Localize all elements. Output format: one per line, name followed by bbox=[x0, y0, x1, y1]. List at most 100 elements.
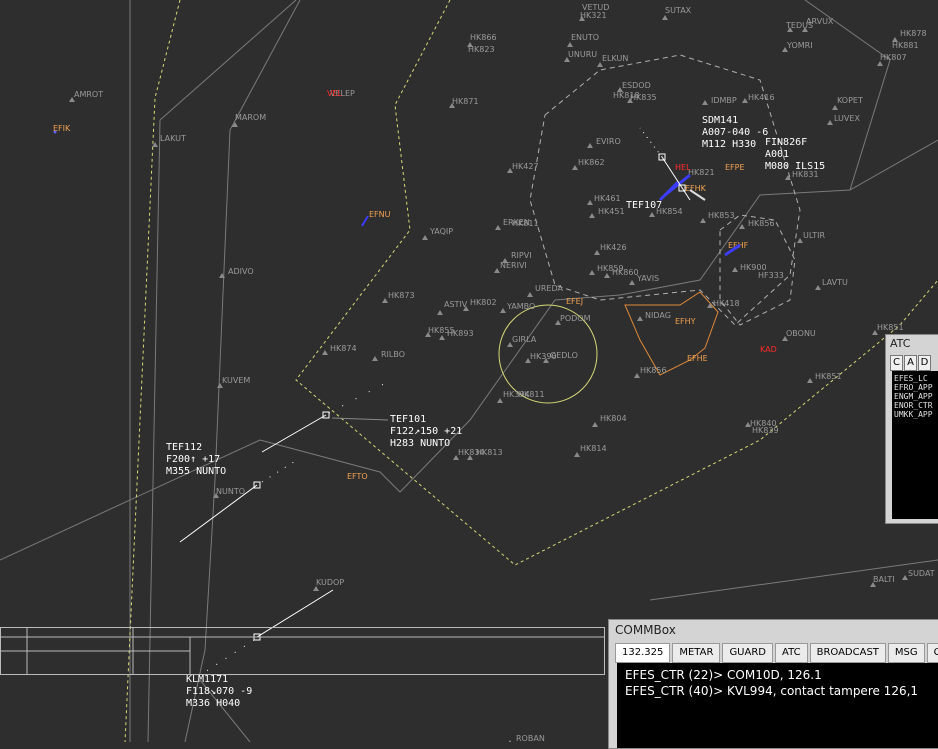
tab-msg[interactable]: MSG bbox=[887, 643, 925, 663]
klm1171-line3: M336 H040 bbox=[186, 698, 240, 709]
fix-label: EVIRO bbox=[596, 137, 621, 146]
fix-label: GEDLO bbox=[550, 351, 578, 360]
tef101-line2: F122↗150 +21 bbox=[390, 426, 462, 437]
fix-label: HK811 bbox=[518, 390, 545, 399]
fix-label: NERIVI bbox=[500, 261, 527, 270]
fix-label: HF333 bbox=[758, 271, 784, 280]
fix-label: ASTIV bbox=[444, 300, 468, 309]
fix-label: HK851 bbox=[815, 372, 842, 381]
airport-efhe: EFHE bbox=[687, 354, 708, 363]
tab-guard[interactable]: GUARD bbox=[722, 643, 773, 663]
fix-label: HK427 bbox=[512, 162, 539, 171]
atc-station-list[interactable]: EFES_LC EFRO_APP ENGM_APP ENOR_CTR UMKK_… bbox=[892, 371, 938, 519]
fix-label: HK451 bbox=[598, 207, 625, 216]
list-item[interactable]: EFES_LC bbox=[894, 374, 938, 383]
fix-label: LAKUT bbox=[160, 134, 186, 143]
fix-label: HK823 bbox=[468, 45, 495, 54]
fix-label: ELKUN bbox=[602, 54, 628, 63]
message-line: EFES_CTR (22)> COM10D, 126.1 bbox=[625, 668, 822, 682]
airport-efhk: EFHK bbox=[685, 184, 707, 193]
commbox-message-log[interactable]: EFES_CTR (22)> COM10D, 126.1 EFES_CTR (4… bbox=[617, 663, 938, 748]
fix-label: HK851 bbox=[877, 323, 904, 332]
fix-label: ULTIR bbox=[803, 231, 825, 240]
fix-label: NIDAG bbox=[645, 311, 671, 320]
sdm141-line3: M112 H330 bbox=[702, 139, 756, 150]
commbox-window[interactable]: COMMBox 132.325 METAR GUARD ATC BROADCAS… bbox=[608, 619, 938, 749]
fix-label: SUTAX bbox=[665, 6, 692, 15]
fix-label: YAVIS bbox=[636, 274, 659, 283]
fix-label: HK856 bbox=[748, 219, 775, 228]
fix-label: YAQIP bbox=[429, 227, 453, 236]
fix-label: YOMRI bbox=[786, 41, 813, 50]
atc-col-c[interactable]: C bbox=[890, 355, 903, 371]
tab-metar[interactable]: METAR bbox=[672, 643, 721, 663]
list-item[interactable]: UMKK_APP bbox=[894, 410, 938, 419]
fix-label: MAROM bbox=[235, 113, 266, 122]
fix-label: GIRLA bbox=[512, 335, 537, 344]
fix-label: HK802 bbox=[470, 298, 497, 307]
fix-label: HK881 bbox=[892, 41, 919, 50]
fix-label: HK814 bbox=[580, 444, 607, 453]
airport-efnu: EFNU bbox=[369, 210, 391, 219]
airport-efik: EFIK bbox=[53, 124, 71, 133]
fix-label: HK874 bbox=[330, 344, 357, 353]
airport-kad: KAD bbox=[760, 345, 777, 354]
fix-label: UREDA bbox=[535, 284, 563, 293]
tef101-callsign: TEF101 bbox=[390, 414, 426, 425]
atc-list-panel[interactable]: ATC C A D EFES_LC EFRO_APP ENGM_APP ENOR… bbox=[885, 334, 938, 524]
commbox-tabs[interactable]: 132.325 METAR GUARD ATC BROADCAST MSG Ch… bbox=[615, 643, 938, 663]
fix-label: HK878 bbox=[900, 29, 927, 38]
fix-label: SUDAT bbox=[908, 569, 935, 578]
fin826f-callsign: FIN826F bbox=[765, 137, 807, 148]
fix-label: HK821 bbox=[688, 168, 715, 177]
fix-label: HK856 bbox=[640, 366, 667, 375]
airport-efhy: EFHY bbox=[675, 317, 696, 326]
sdm141-callsign: SDM141 bbox=[702, 115, 738, 126]
tef107-callsign: TEF107 bbox=[626, 200, 662, 211]
fix-label: HK416 bbox=[748, 93, 775, 102]
fix-label: RILBO bbox=[381, 350, 405, 359]
fix-label: BALTI bbox=[873, 575, 895, 584]
fix-label: KUVEM bbox=[222, 376, 250, 385]
fin826f-line3: M080 ILS15 bbox=[765, 161, 825, 172]
fix-label: LUVEX bbox=[834, 114, 860, 123]
klm1171-callsign: KLM1171 bbox=[186, 674, 228, 685]
tab-atc[interactable]: ATC bbox=[775, 643, 808, 663]
fix-label: NUNTO bbox=[216, 487, 245, 496]
atc-col-a[interactable]: A bbox=[904, 355, 917, 371]
tab-chat-1[interactable]: Chat 1 bbox=[926, 643, 938, 663]
fix-label: HK871 bbox=[452, 97, 479, 106]
fix-label: ARVUX bbox=[806, 17, 834, 26]
fix-label: UNURU bbox=[568, 50, 597, 59]
airport-efej: EFEJ bbox=[566, 297, 583, 306]
tef112-callsign: TEF112 bbox=[166, 442, 202, 453]
flight-strip-bay[interactable] bbox=[0, 627, 605, 675]
atc-column-headers[interactable]: C A D bbox=[886, 355, 938, 371]
list-item[interactable]: ENOR_CTR bbox=[894, 401, 938, 410]
list-item[interactable]: EFRO_APP bbox=[894, 383, 938, 392]
fix-label: ADIVO bbox=[228, 267, 254, 276]
tab-frequency[interactable]: 132.325 bbox=[615, 643, 671, 663]
fix-label: AMROT bbox=[74, 90, 103, 99]
fix-label: HK811 bbox=[512, 219, 539, 228]
fix-label: HK418 bbox=[713, 299, 740, 308]
atc-col-d[interactable]: D bbox=[918, 355, 931, 371]
tef112-line3: M355 NUNTO bbox=[166, 466, 226, 477]
commbox-title: COMMBox bbox=[615, 623, 676, 637]
fix-label: HK835 bbox=[630, 93, 657, 102]
fix-label: HK862 bbox=[578, 158, 605, 167]
fix-label: ESDOD bbox=[622, 81, 651, 90]
list-item[interactable]: ENGM_APP bbox=[894, 392, 938, 401]
fix-label: KUDOP bbox=[316, 578, 344, 587]
fin826f-line2: A001 bbox=[765, 149, 789, 160]
fix-label: RIPVI bbox=[511, 251, 532, 260]
fix-label: IDMBP bbox=[711, 96, 737, 105]
airport-vel: VEL bbox=[327, 89, 343, 98]
fix-label: HK893 bbox=[447, 329, 474, 338]
fix-label: HK461 bbox=[594, 194, 621, 203]
sdm141-line2: A007-040 -6 bbox=[702, 127, 768, 138]
fix-label: ENUTO bbox=[571, 33, 599, 42]
fix-label: HK807 bbox=[880, 53, 907, 62]
fix-label: HK426 bbox=[600, 243, 627, 252]
tab-broadcast[interactable]: BROADCAST bbox=[809, 643, 886, 663]
